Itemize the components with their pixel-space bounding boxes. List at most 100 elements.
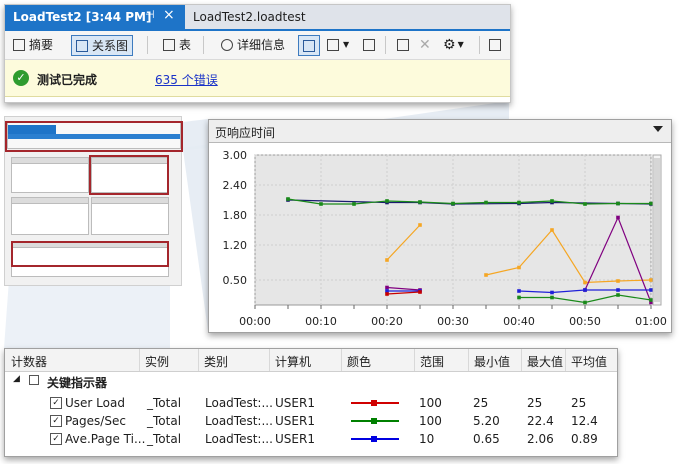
color-swatch[interactable]: [349, 397, 401, 409]
color-swatch[interactable]: [349, 415, 401, 427]
color-swatch[interactable]: [349, 433, 401, 445]
status-text: 测试已完成: [37, 73, 98, 87]
data-point[interactable]: [451, 201, 455, 206]
y-tick-label: 2.40: [223, 179, 248, 192]
tab-title: LoadTest2 [3:44 PM]: [13, 10, 152, 24]
data-point[interactable]: [418, 200, 422, 204]
thumb-panel: [11, 157, 89, 193]
data-point[interactable]: [649, 288, 653, 292]
table-label: 表: [179, 38, 192, 52]
x-tick-label: 00:20: [371, 315, 403, 328]
data-point[interactable]: [319, 202, 323, 206]
data-point[interactable]: [550, 295, 554, 300]
toolbar-separator: [385, 36, 386, 54]
tab-loadtest-result[interactable]: LoadTest2 [3:44 PM] ⊣ ×: [5, 5, 185, 29]
chart-selector[interactable]: 页响应时间: [209, 120, 671, 143]
data-point[interactable]: [517, 265, 521, 270]
data-point[interactable]: [517, 200, 521, 205]
data-point[interactable]: [484, 273, 488, 277]
data-point[interactable]: [649, 201, 653, 206]
data-point[interactable]: [616, 201, 620, 206]
data-point[interactable]: [616, 293, 620, 297]
cell-max: 25: [527, 396, 543, 410]
cell-min: 25: [473, 396, 489, 410]
chart-panel: 页响应时间 3.00 2.40 1.80 1.20 0.50 00:00 00:10 00:2…: [208, 119, 672, 333]
data-point[interactable]: [517, 295, 521, 300]
zoom-handle[interactable]: [654, 158, 660, 302]
data-point[interactable]: [649, 298, 653, 302]
row-checkbox[interactable]: ✓: [50, 415, 62, 427]
x-tick-label: 00:50: [569, 315, 601, 328]
data-point[interactable]: [583, 300, 587, 305]
data-point[interactable]: [583, 280, 587, 285]
col-instance[interactable]: 实例: [145, 353, 169, 370]
data-point[interactable]: [583, 288, 587, 292]
x-tick-label: 00:00: [239, 315, 271, 328]
data-point[interactable]: [385, 285, 389, 290]
cell-min: 0.65: [473, 432, 500, 446]
legend-button[interactable]: [363, 35, 379, 54]
col-max[interactable]: 最大值: [527, 353, 563, 370]
pin-icon[interactable]: ⊣: [145, 8, 155, 21]
cell-max: 22.4: [527, 414, 554, 428]
data-point[interactable]: [385, 199, 389, 203]
graph-view-toggle[interactable]: [298, 35, 320, 56]
x-tick-label: 00:10: [305, 315, 337, 328]
toolbar: 摘要 关系图 表 详细信息 ▼ ✕ ⚙ ▼: [5, 31, 510, 60]
chevron-down-icon[interactable]: [653, 126, 663, 132]
summary-icon: [13, 38, 25, 51]
data-point[interactable]: [616, 288, 620, 292]
col-counter[interactable]: 计数器: [11, 353, 47, 370]
data-point[interactable]: [616, 279, 620, 283]
tab-loadtest-file[interactable]: LoadTest2.loadtest: [193, 10, 306, 24]
export-button[interactable]: [489, 35, 505, 54]
data-point[interactable]: [550, 199, 554, 203]
thumb-panel: [11, 197, 89, 235]
graph-icon: [76, 39, 88, 52]
col-avg[interactable]: 平均值: [571, 353, 607, 370]
data-point[interactable]: [385, 258, 389, 262]
counter-name: Ave.Page Ti...: [65, 432, 146, 446]
data-point[interactable]: [583, 202, 587, 206]
y-tick-label: 1.80: [223, 209, 248, 222]
row-checkbox[interactable]: ✓: [50, 397, 62, 409]
delete-button[interactable]: ✕: [419, 35, 431, 54]
toolbar-separator: [479, 36, 480, 54]
data-point[interactable]: [616, 215, 620, 220]
col-range[interactable]: 范围: [420, 353, 444, 370]
data-point[interactable]: [550, 228, 554, 232]
data-point[interactable]: [286, 197, 290, 201]
collapse-icon[interactable]: ◢: [13, 374, 20, 384]
col-category[interactable]: 类别: [204, 353, 228, 370]
data-point[interactable]: [385, 292, 389, 296]
row-checkbox[interactable]: ✓: [50, 433, 62, 445]
table-row[interactable]: ✓ Pages/Sec _Total LoadTest:... USER1 100 5.20…: [5, 412, 617, 430]
add-counter-button[interactable]: [397, 35, 413, 54]
table-button[interactable]: 表: [163, 35, 191, 54]
data-point[interactable]: [418, 290, 422, 294]
table-row[interactable]: ✓ Ave.Page Ti... _Total LoadTest:... USER1 10…: [5, 430, 617, 448]
close-icon[interactable]: ×: [163, 7, 175, 23]
col-computer[interactable]: 计算机: [275, 353, 311, 370]
data-point[interactable]: [649, 278, 653, 282]
chart-icon: [303, 39, 315, 52]
data-point[interactable]: [550, 290, 554, 295]
summary-button[interactable]: 摘要: [13, 35, 53, 54]
export-icon: [489, 38, 501, 51]
group-row[interactable]: ◢ 关键指示器: [5, 372, 617, 390]
document-tab-bar: LoadTest2 [3:44 PM] ⊣ × LoadTest2.loadte…: [5, 5, 510, 31]
errors-link[interactable]: 635 个错误: [155, 71, 218, 88]
data-point[interactable]: [352, 202, 356, 206]
settings-button[interactable]: ⚙ ▼: [443, 35, 464, 54]
graph-button[interactable]: 关系图: [71, 35, 134, 56]
col-color[interactable]: 颜色: [347, 353, 371, 370]
data-point[interactable]: [484, 200, 488, 205]
col-min[interactable]: 最小值: [474, 353, 510, 370]
cell-avg: 25: [571, 396, 587, 410]
gear-icon: ⚙: [443, 36, 456, 53]
data-point[interactable]: [418, 223, 422, 227]
table-row[interactable]: ✓ User Load _Total LoadTest:... USER1 100 25 25…: [5, 394, 617, 412]
data-point[interactable]: [517, 289, 521, 293]
details-button[interactable]: 详细信息: [221, 35, 285, 54]
layout-button[interactable]: ▼: [327, 35, 349, 54]
